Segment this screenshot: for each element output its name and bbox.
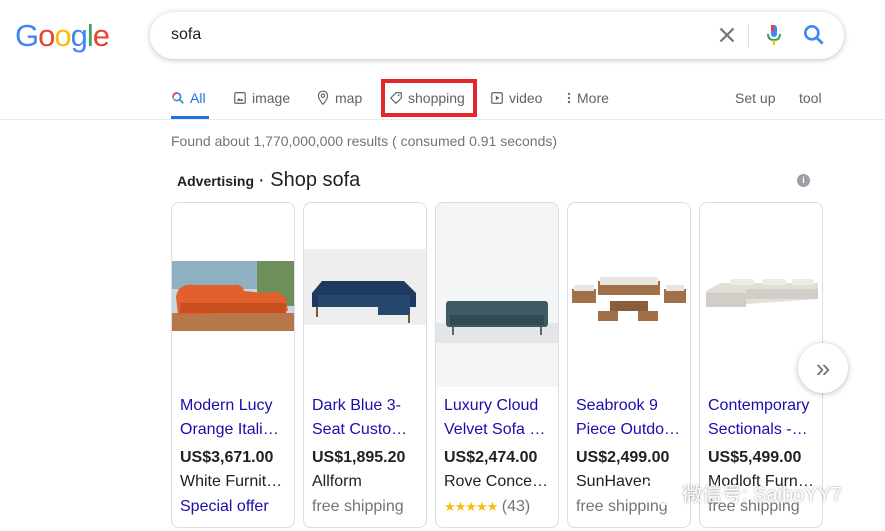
product-title[interactable]: Velvet Sofa … — [444, 421, 554, 439]
product-seller: Allform — [312, 473, 362, 490]
tab-video[interactable]: video — [490, 88, 542, 108]
ad-label: Advertising — [177, 173, 255, 189]
result-stats: Found about 1,770,000,000 results ( cons… — [171, 133, 558, 149]
product-card[interactable]: Luxury Cloud Velvet Sofa … US$2,474.00 R… — [435, 202, 559, 528]
watermark-text: 微信号: SaiboYY7 — [682, 484, 843, 506]
setup-link[interactable]: Set up — [735, 88, 775, 108]
special-offer-link[interactable]: Special offer — [180, 498, 269, 516]
product-title[interactable]: Seat Custo… — [312, 421, 422, 439]
product-price: US$5,499.00 — [708, 449, 802, 466]
shipping-info: free shipping — [312, 498, 404, 515]
setup-label: Set up — [735, 90, 776, 106]
shopping-tab-highlight — [381, 79, 477, 117]
chevron-double-right-icon: » — [815, 353, 831, 383]
close-icon[interactable] — [714, 22, 740, 48]
product-title[interactable]: Modern Lucy — [180, 397, 290, 415]
product-image — [304, 249, 426, 325]
product-seller: White Furnit… — [180, 473, 283, 490]
logo-letter: e — [92, 18, 110, 53]
ad-title: · Shop sofa — [258, 169, 361, 191]
tab-map[interactable]: map — [316, 88, 362, 108]
product-title[interactable]: Seabrook 9 — [576, 397, 686, 415]
tab-label: All — [190, 90, 206, 106]
product-image — [436, 203, 558, 387]
wechat-watermark: 微信号: SaiboYY7 — [640, 478, 842, 507]
product-price: US$1,895.20 — [312, 449, 406, 466]
active-tab-indicator — [171, 116, 209, 119]
tools-link[interactable]: tool — [799, 88, 822, 108]
logo-letter: g — [70, 18, 88, 53]
product-image — [172, 261, 294, 331]
product-title[interactable]: Sectionals -… — [708, 421, 818, 439]
product-image — [572, 277, 686, 321]
microphone-icon[interactable] — [762, 22, 786, 48]
tab-all[interactable]: All — [171, 88, 206, 108]
product-title[interactable]: Contemporary — [708, 397, 818, 415]
carousel-next-button[interactable]: » — [798, 343, 848, 393]
product-price: US$2,474.00 — [444, 449, 538, 466]
product-title[interactable]: Piece Outdo… — [576, 421, 686, 439]
image-icon — [234, 92, 246, 104]
tab-label: image — [252, 90, 291, 106]
product-price: US$2,499.00 — [576, 449, 670, 466]
product-title[interactable]: Luxury Cloud — [444, 397, 554, 415]
logo-letter: o — [54, 18, 71, 53]
search-icon — [172, 92, 184, 104]
google-logo[interactable]: Google — [15, 18, 110, 54]
tab-more[interactable]: More — [566, 88, 609, 108]
product-card[interactable]: Dark Blue 3- Seat Custo… US$1,895.20 All… — [303, 202, 427, 528]
logo-letter: o — [38, 18, 55, 53]
tab-label: More — [577, 90, 609, 106]
map-pin-icon — [317, 90, 329, 106]
star-rating-icon: ★★★★★ — [444, 499, 498, 514]
product-title[interactable]: Dark Blue 3- — [312, 397, 422, 415]
product-title[interactable]: Orange Itali… — [180, 421, 290, 439]
tab-label: map — [335, 90, 363, 106]
ad-header: Advertising · Shop sofa — [177, 169, 360, 192]
play-icon — [491, 92, 503, 104]
search-icon[interactable] — [801, 22, 827, 48]
tools-label: tool — [799, 90, 822, 106]
tab-image[interactable]: image — [233, 88, 290, 108]
kebab-icon — [567, 92, 571, 104]
search-box[interactable]: sofa — [150, 12, 844, 59]
product-price: US$3,671.00 — [180, 449, 274, 466]
product-card[interactable]: Modern Lucy Orange Itali… US$3,671.00 Wh… — [171, 202, 295, 528]
info-icon[interactable]: i — [797, 174, 810, 187]
product-rating: ★★★★★ (43) — [444, 498, 530, 516]
tab-label: video — [509, 90, 543, 106]
product-seller: Rove Conce… — [444, 473, 549, 490]
rating-count: (43) — [501, 498, 531, 515]
wechat-icon — [641, 479, 675, 505]
search-divider — [748, 24, 749, 48]
logo-letter: G — [15, 18, 39, 53]
search-input[interactable]: sofa — [171, 26, 201, 44]
